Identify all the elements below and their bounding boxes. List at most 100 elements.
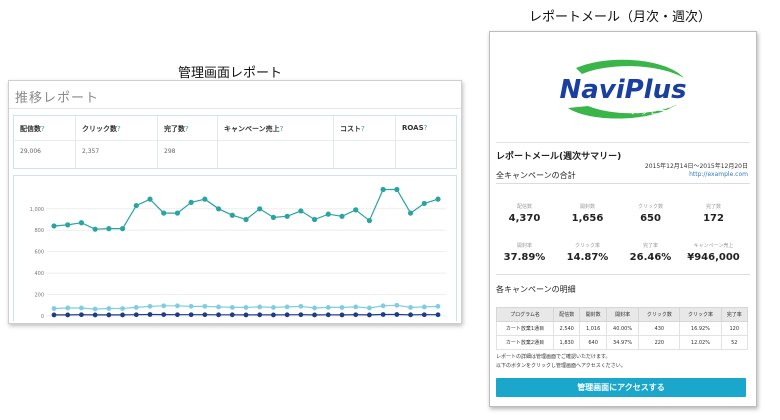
data-point[interactable]: [229, 312, 235, 318]
data-point[interactable]: [229, 212, 235, 218]
data-point[interactable]: [284, 312, 290, 318]
data-point[interactable]: [133, 305, 139, 310]
data-point[interactable]: [243, 312, 249, 318]
data-point[interactable]: [147, 196, 153, 202]
data-point[interactable]: [119, 226, 126, 232]
help-icon[interactable]: ?: [117, 125, 121, 133]
data-point[interactable]: [65, 222, 71, 228]
data-point[interactable]: [106, 226, 112, 232]
data-point[interactable]: [407, 210, 414, 216]
data-point[interactable]: [325, 312, 331, 318]
data-point[interactable]: [120, 306, 125, 311]
data-point[interactable]: [51, 312, 57, 318]
data-point[interactable]: [435, 303, 441, 309]
data-point[interactable]: [106, 306, 112, 311]
data-point[interactable]: [270, 214, 277, 220]
data-point[interactable]: [311, 216, 318, 223]
data-point[interactable]: [215, 206, 222, 212]
help-icon[interactable]: ?: [280, 125, 284, 133]
data-point[interactable]: [325, 211, 331, 217]
data-point[interactable]: [271, 312, 276, 318]
data-point[interactable]: [298, 312, 304, 318]
help-icon[interactable]: ?: [361, 125, 365, 133]
data-point[interactable]: [421, 312, 427, 318]
data-point[interactable]: [257, 304, 263, 310]
data-point[interactable]: [421, 200, 427, 207]
data-point[interactable]: [243, 305, 249, 310]
data-point[interactable]: [339, 312, 345, 318]
data-point[interactable]: [408, 305, 413, 310]
data-point[interactable]: [216, 304, 221, 310]
data-point[interactable]: [147, 312, 153, 317]
data-point[interactable]: [243, 216, 249, 223]
access-admin-button[interactable]: 管理画面にアクセスする: [496, 378, 746, 397]
data-point[interactable]: [298, 303, 304, 309]
data-point[interactable]: [175, 312, 180, 318]
metric-value: 14.87%: [566, 252, 609, 263]
data-point[interactable]: [106, 312, 112, 318]
data-point[interactable]: [188, 312, 194, 318]
data-point[interactable]: [394, 312, 400, 317]
data-point[interactable]: [188, 303, 194, 309]
data-point[interactable]: [353, 207, 359, 213]
help-icon[interactable]: ?: [185, 125, 189, 133]
data-point[interactable]: [421, 304, 427, 310]
data-point[interactable]: [257, 206, 263, 212]
data-point[interactable]: [339, 305, 345, 310]
data-point[interactable]: [312, 305, 317, 311]
data-point[interactable]: [147, 303, 153, 309]
data-point[interactable]: [174, 210, 181, 216]
data-point[interactable]: [435, 312, 441, 318]
data-point[interactable]: [435, 196, 441, 202]
data-point[interactable]: [78, 220, 85, 226]
help-icon[interactable]: ?: [424, 124, 428, 132]
site-url-link[interactable]: http://example.com: [689, 171, 748, 178]
data-point[interactable]: [380, 303, 386, 309]
data-point[interactable]: [353, 304, 359, 310]
data-point[interactable]: [120, 312, 125, 318]
data-point[interactable]: [79, 305, 84, 311]
data-point[interactable]: [175, 303, 180, 309]
data-point[interactable]: [161, 210, 167, 216]
data-point[interactable]: [202, 303, 208, 309]
data-point[interactable]: [380, 312, 386, 317]
data-point[interactable]: [284, 213, 290, 219]
data-point[interactable]: [133, 312, 139, 318]
help-icon[interactable]: ?: [41, 125, 45, 133]
data-point[interactable]: [65, 305, 71, 311]
data-point[interactable]: [161, 312, 167, 318]
data-point[interactable]: [380, 186, 386, 193]
data-point[interactable]: [133, 202, 139, 209]
data-point[interactable]: [353, 312, 359, 318]
data-point[interactable]: [298, 208, 304, 214]
data-point[interactable]: [367, 312, 372, 318]
data-point[interactable]: [92, 312, 98, 318]
data-point[interactable]: [312, 312, 317, 318]
data-point[interactable]: [339, 213, 345, 219]
data-point[interactable]: [394, 302, 400, 308]
data-point[interactable]: [188, 199, 194, 205]
data-point[interactable]: [394, 186, 400, 193]
data-point[interactable]: [202, 312, 208, 318]
data-point[interactable]: [284, 304, 290, 310]
data-point[interactable]: [92, 226, 98, 232]
data-point[interactable]: [367, 305, 372, 311]
data-point[interactable]: [408, 312, 413, 318]
data-point[interactable]: [229, 305, 235, 310]
metric-value: 1,656: [571, 213, 604, 224]
data-point[interactable]: [271, 305, 276, 310]
data-point[interactable]: [51, 223, 57, 229]
data-point[interactable]: [79, 312, 84, 318]
data-point[interactable]: [216, 312, 221, 318]
data-point[interactable]: [92, 306, 98, 312]
data-point[interactable]: [51, 306, 57, 311]
data-point[interactable]: [65, 312, 71, 318]
mail-title: レポートメール(週次サマリー): [496, 152, 622, 162]
data-point[interactable]: [366, 217, 373, 224]
stat-label: ROAS: [402, 124, 424, 132]
data-point[interactable]: [202, 196, 208, 202]
data-point[interactable]: [325, 305, 331, 310]
stat-label: キャンペーン売上: [224, 125, 280, 133]
data-point[interactable]: [161, 303, 167, 309]
data-point[interactable]: [257, 312, 263, 318]
